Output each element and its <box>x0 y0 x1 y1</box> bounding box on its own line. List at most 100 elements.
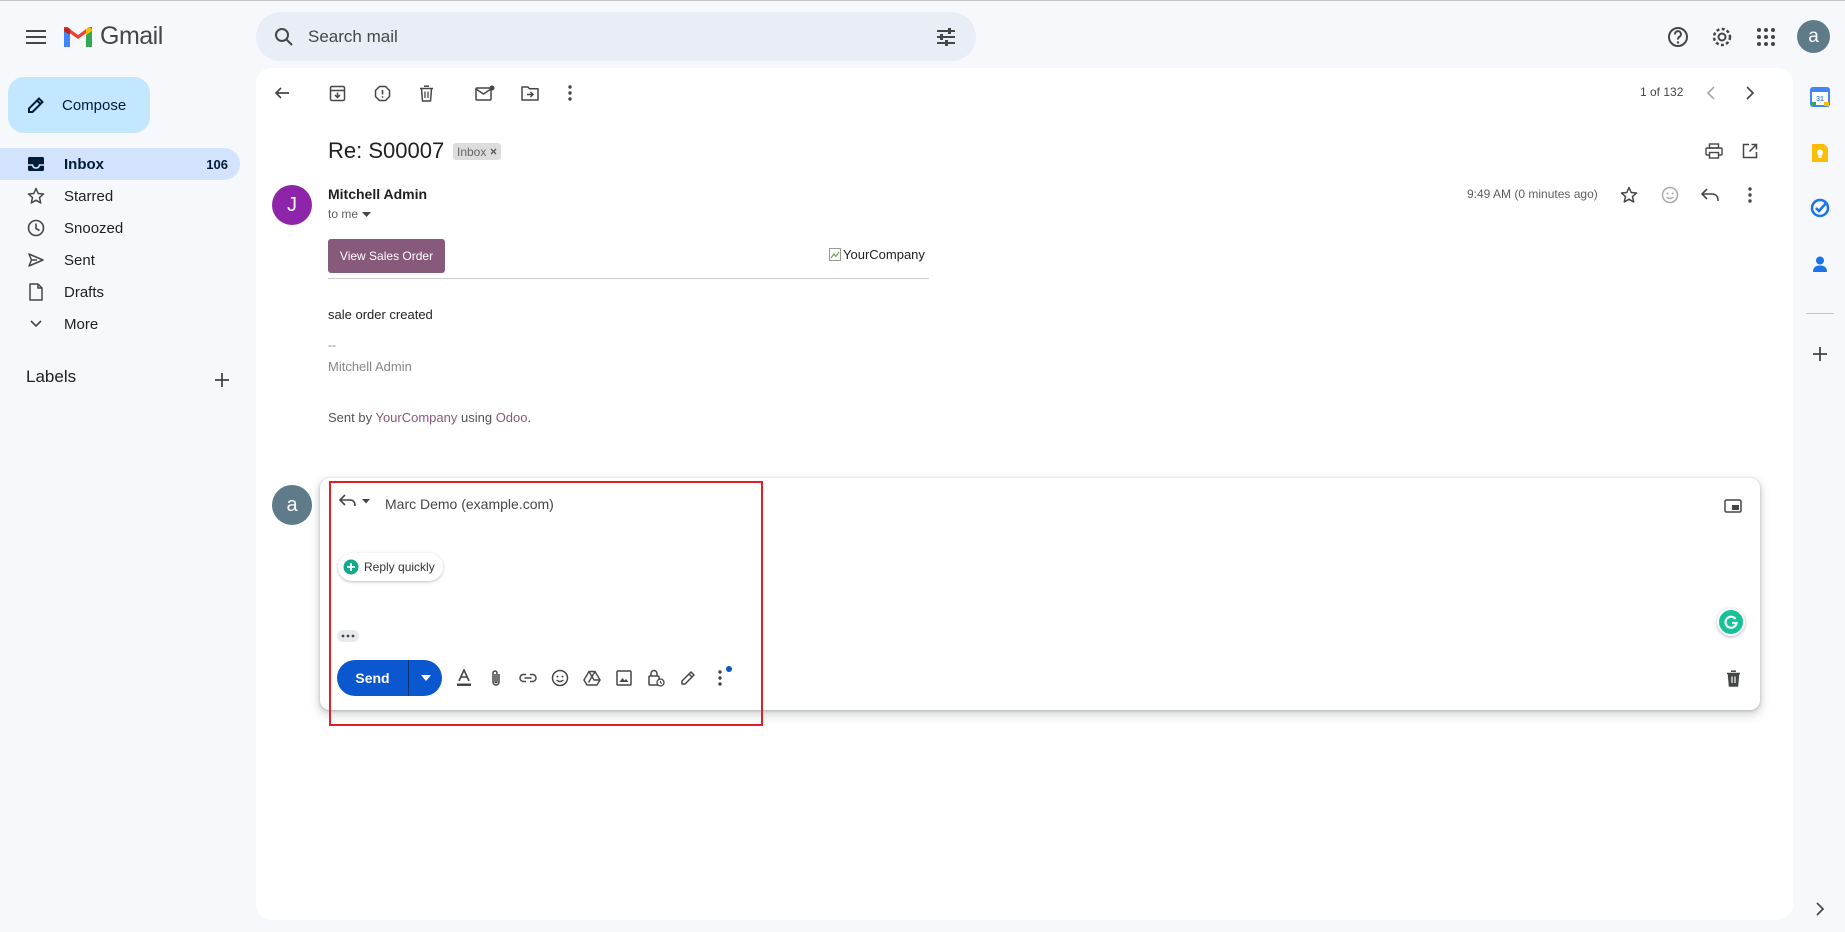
chevron-down-icon <box>26 314 46 334</box>
company-logo-broken-image: YourCompany <box>829 247 925 262</box>
sidebar-item-more[interactable]: More <box>0 308 240 340</box>
sidebar-item-inbox[interactable]: Inbox 106 <box>0 148 240 180</box>
pencil-icon <box>28 97 44 113</box>
sidebar-item-label: Drafts <box>64 283 105 301</box>
reply-arrow-icon <box>339 494 356 507</box>
main-menu-button[interactable] <box>20 24 52 50</box>
print-icon[interactable] <box>1699 136 1729 166</box>
apps-grid-icon[interactable] <box>1749 20 1783 54</box>
sender-avatar: J <box>272 185 312 225</box>
plus-circle-icon <box>343 559 359 575</box>
gmail-logo[interactable]: Gmail <box>62 22 163 51</box>
contacts-icon[interactable] <box>1806 250 1834 278</box>
back-arrow-icon[interactable] <box>267 78 297 108</box>
reply-arrow-icon[interactable] <box>1695 180 1725 210</box>
search-bar[interactable] <box>256 12 976 61</box>
archive-icon[interactable] <box>322 78 352 108</box>
google-drive-icon[interactable] <box>578 664 606 692</box>
inbox-label-chip[interactable]: Inbox <box>453 143 502 160</box>
keep-notes-icon[interactable] <box>1806 139 1834 167</box>
send-button-group[interactable]: Send <box>337 660 442 696</box>
side-panel-divider <box>1806 313 1834 314</box>
reply-quickly-button[interactable]: Reply quickly <box>338 553 443 581</box>
sidebar-item-drafts[interactable]: Drafts <box>0 276 240 308</box>
reply-recipient[interactable]: Marc Demo (example.com) <box>385 496 554 512</box>
chevron-right-icon[interactable] <box>1735 78 1765 108</box>
clock-icon <box>26 218 46 238</box>
sent-by-mid: using <box>457 410 496 425</box>
star-icon <box>26 186 46 206</box>
account-avatar[interactable]: a <box>1797 20 1830 53</box>
search-options-icon[interactable] <box>928 19 964 55</box>
email-body-text: sale order created <box>328 307 433 322</box>
open-new-window-icon[interactable] <box>1735 136 1765 166</box>
mark-unread-icon[interactable] <box>470 78 500 108</box>
sidebar-item-starred[interactable]: Starred <box>0 180 240 212</box>
more-vert-icon[interactable] <box>555 78 585 108</box>
sidebar-item-label: Starred <box>64 187 114 205</box>
recipient-details-toggle[interactable]: to me <box>328 207 372 221</box>
compose-button[interactable]: Compose <box>8 77 150 133</box>
signature-pen-icon[interactable] <box>674 664 702 692</box>
report-spam-icon[interactable] <box>367 78 397 108</box>
confidential-mode-icon[interactable] <box>642 664 670 692</box>
sender-name[interactable]: Mitchell Admin <box>328 186 427 202</box>
expand-side-panel-chevron-icon[interactable] <box>1806 895 1834 923</box>
search-icon[interactable] <box>268 21 300 53</box>
sidebar-item-label: Inbox <box>64 155 104 173</box>
calendar-icon[interactable]: 31 <box>1806 83 1834 111</box>
labels-heading: Labels <box>26 367 77 386</box>
dropdown-caret-icon <box>362 499 370 504</box>
insert-photo-icon[interactable] <box>610 664 638 692</box>
reply-user-avatar: a <box>272 485 312 525</box>
odoo-link[interactable]: Odoo <box>496 410 528 425</box>
sidebar-item-label: Sent <box>64 251 95 269</box>
compose-label: Compose <box>62 96 127 114</box>
chevron-left-icon[interactable] <box>1696 78 1726 108</box>
pagination-text: 1 of 132 <box>1640 85 1684 99</box>
message-more-vert-icon[interactable] <box>1735 180 1765 210</box>
notification-dot <box>726 666 732 672</box>
email-timestamp: 9:49 AM (0 minutes ago) <box>1467 187 1598 201</box>
sidebar-item-sent[interactable]: Sent <box>0 244 240 276</box>
draft-icon <box>26 282 46 302</box>
pop-out-reply-icon[interactable] <box>1720 493 1746 519</box>
delete-trash-icon[interactable] <box>411 78 441 108</box>
tasks-icon[interactable] <box>1806 194 1834 222</box>
signature-separator: -- <box>328 338 336 352</box>
search-input[interactable] <box>308 26 928 47</box>
sent-by-footer: Sent by YourCompany using Odoo. <box>328 410 531 425</box>
broken-image-icon <box>829 248 841 261</box>
yourcompany-link[interactable]: YourCompany <box>375 410 457 425</box>
inbox-icon <box>26 154 46 174</box>
emoji-reaction-icon[interactable] <box>1655 180 1685 210</box>
more-horiz-icon <box>341 634 355 638</box>
grammarly-icon[interactable] <box>1717 608 1745 636</box>
unread-count: 106 <box>206 156 228 172</box>
to-me-label: to me <box>328 207 359 221</box>
settings-gear-icon[interactable] <box>1705 20 1739 54</box>
view-sales-order-button[interactable]: View Sales Order <box>328 239 445 273</box>
move-to-folder-icon[interactable] <box>515 78 545 108</box>
show-trimmed-content-button[interactable] <box>337 630 359 642</box>
sidebar-item-snoozed[interactable]: Snoozed <box>0 212 240 244</box>
insert-emoji-icon[interactable] <box>546 664 574 692</box>
remove-label-x-icon[interactable] <box>490 148 497 155</box>
star-icon[interactable] <box>1614 180 1644 210</box>
text-format-icon[interactable] <box>450 664 478 692</box>
send-button[interactable]: Send <box>337 660 408 696</box>
sidebar-item-label: More <box>64 315 99 333</box>
discard-draft-trash-icon[interactable] <box>1719 664 1747 692</box>
logo-alt-text: YourCompany <box>843 247 925 262</box>
attach-file-icon[interactable] <box>482 664 510 692</box>
svg-text:31: 31 <box>1816 96 1824 103</box>
chip-label: Inbox <box>457 144 487 159</box>
insert-link-icon[interactable] <box>514 664 542 692</box>
reply-type-dropdown[interactable] <box>339 494 373 508</box>
get-addons-plus-icon[interactable] <box>1806 340 1834 368</box>
create-label-plus-icon[interactable] <box>210 368 234 392</box>
help-icon[interactable] <box>1661 20 1695 54</box>
signature-name: Mitchell Admin <box>328 359 412 374</box>
sent-by-prefix: Sent by <box>328 410 376 425</box>
email-divider <box>328 278 929 279</box>
